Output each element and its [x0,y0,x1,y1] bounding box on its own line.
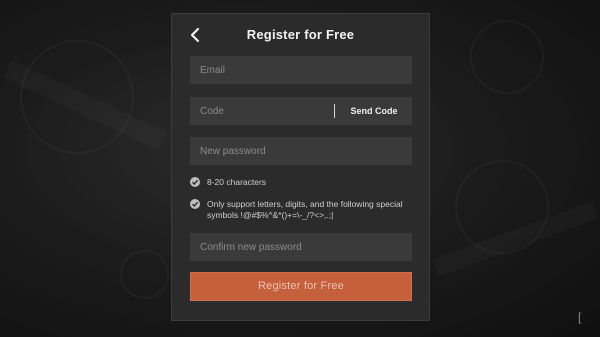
field-divider [334,104,335,118]
confirm-password-field[interactable] [190,233,412,261]
register-dialog: Register for Free Send Code 8-20 charact… [171,13,430,321]
password-rule-symbols: Only support letters, digits, and the fo… [190,199,415,223]
register-button[interactable]: Register for Free [190,272,412,301]
code-input[interactable] [190,97,335,125]
code-field[interactable]: Send Code [190,97,412,125]
new-password-field[interactable] [190,137,412,165]
password-rule-text: Only support letters, digits, and the fo… [207,199,403,220]
check-circle-icon [190,199,200,209]
dialog-header: Register for Free [172,14,429,56]
new-password-input[interactable] [190,137,412,165]
confirm-password-input[interactable] [190,233,412,261]
email-field[interactable] [190,56,412,84]
password-rule-length: 8-20 characters [190,177,415,189]
password-rule-text: 8-20 characters [207,177,267,187]
send-code-button[interactable]: Send Code [336,97,412,125]
check-circle-icon [190,177,200,187]
email-input[interactable] [190,56,412,84]
dialog-title: Register for Free [246,27,355,42]
bracket-glyph: [ [578,310,582,324]
